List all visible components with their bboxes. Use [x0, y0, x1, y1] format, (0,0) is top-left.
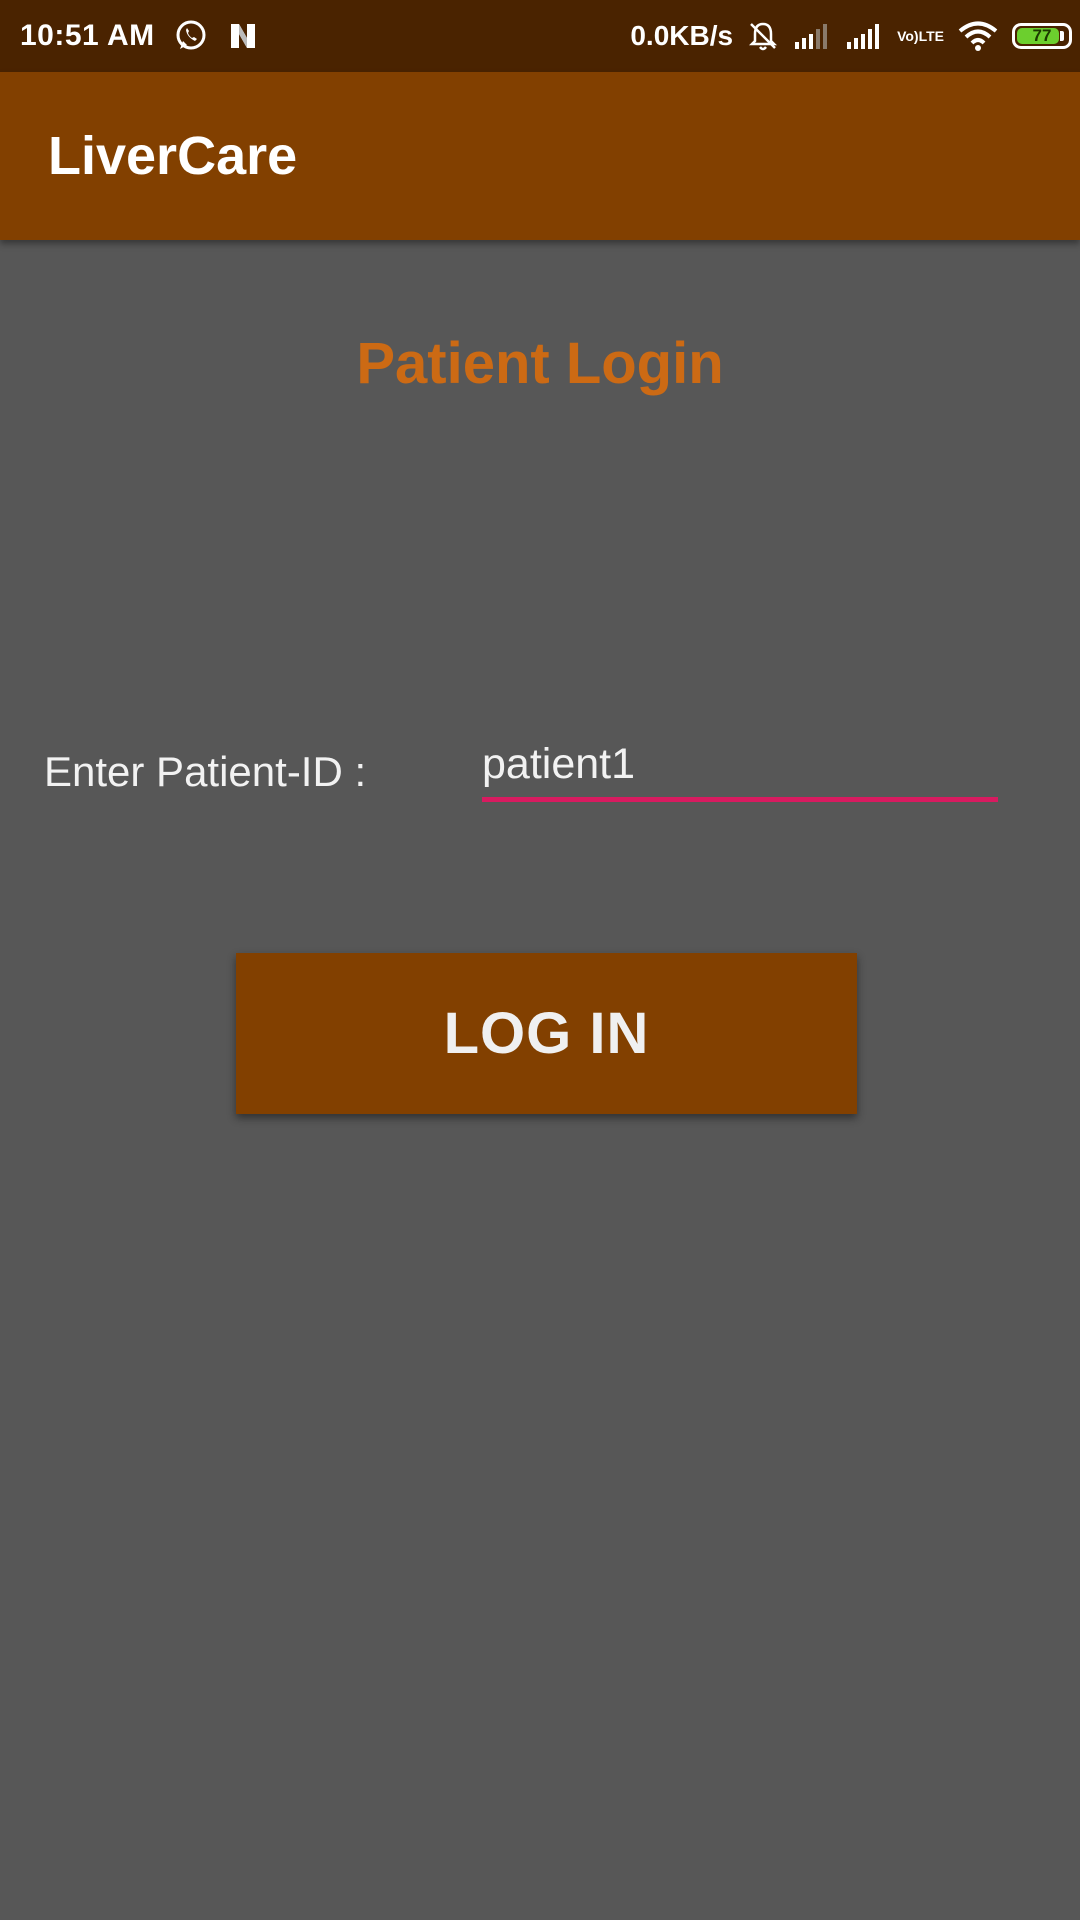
- wifi-icon: [958, 20, 998, 52]
- input-underline: [482, 797, 998, 802]
- whatsapp-icon: [173, 18, 209, 54]
- patient-id-input[interactable]: [482, 732, 998, 796]
- signal-icon: [845, 22, 883, 50]
- status-right: 0.0KB/s Vo) LTE 77: [630, 0, 1072, 72]
- battery-level: 77: [1032, 26, 1052, 45]
- volte-icon: Vo) LTE: [897, 29, 944, 43]
- page-title: Patient Login: [356, 331, 724, 396]
- battery-body: 77: [1012, 23, 1072, 49]
- patient-id-field: [482, 732, 998, 802]
- login-button[interactable]: LOG IN: [236, 953, 857, 1114]
- volte-line-2: LTE: [918, 28, 944, 44]
- app-bar: LiverCare: [0, 72, 1080, 240]
- battery-icon: 77: [1012, 23, 1072, 49]
- login-screen: 10:51 AM 0.0KB/s Vo) LTE 77 LiverCare Pa…: [0, 0, 1080, 1920]
- mute-bell-icon: [747, 20, 779, 52]
- status-bar: 10:51 AM 0.0KB/s Vo) LTE 77: [0, 0, 1080, 72]
- patient-id-label: Enter Patient-ID :: [44, 748, 367, 795]
- signal-icon: [793, 22, 831, 50]
- network-speed: 0.0KB/s: [630, 20, 734, 51]
- volte-line-1: Vo): [897, 28, 919, 44]
- notification-n-icon: [227, 20, 259, 52]
- app-title: LiverCare: [48, 126, 298, 186]
- status-time: 10:51 AM: [20, 19, 155, 52]
- status-left: 10:51 AM: [20, 0, 259, 72]
